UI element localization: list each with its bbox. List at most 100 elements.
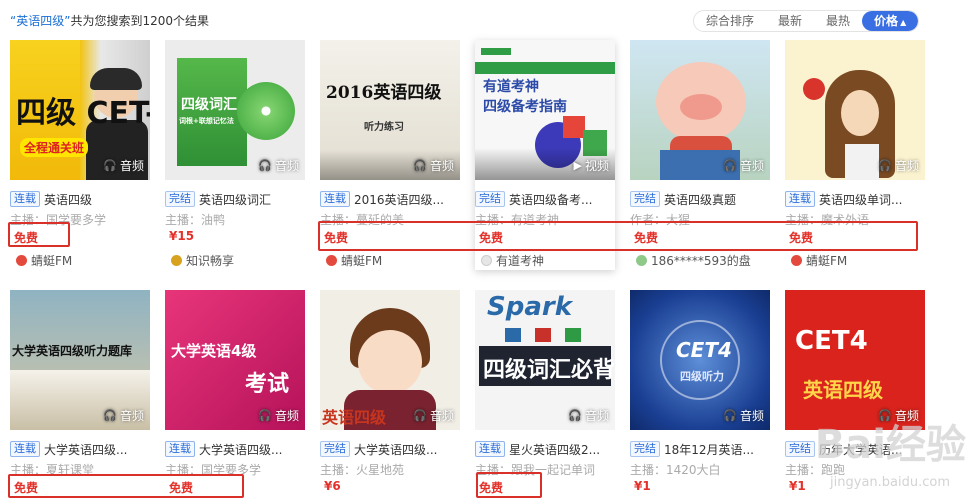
card-cover[interactable]: 2016英语四级 听力练习 🎧 音频 [320, 40, 460, 180]
headphones-icon: 🎧 [568, 409, 582, 422]
card-source[interactable]: 蜻蜓FM [326, 252, 382, 269]
card-cover[interactable]: 四级 CET-4 大学英语 全程通关班 🎧音频 [10, 40, 150, 180]
card-title-row: 连载 大学英语四级... [165, 440, 305, 458]
card-host: 主播：国学要多学 [10, 213, 107, 227]
cover-title: 大学英语四级听力题库 [12, 344, 133, 358]
card-price: 免费 [634, 231, 659, 245]
cover-title: 2016英语四级 [326, 83, 442, 103]
result-card[interactable]: 🎧 音频 完结 英语四级真题 作者：大猩 免费 186*****593的盘 [630, 40, 770, 270]
search-keyword[interactable]: “英语四级” [10, 14, 70, 28]
card-cover[interactable]: 🎧 音频 [630, 40, 770, 180]
result-card[interactable]: 四级词汇 词根+联想记忆法 🎧 音频 完结 英语四级词汇 主播：油鸭 ¥15 知识… [165, 40, 305, 270]
result-card[interactable]: 英语四级 🎧 音频 完结 大学英语四级... 主播：火星地苑 ¥6 [320, 290, 460, 500]
card-title-row: 完结 英语四级词汇 [165, 190, 305, 208]
status-badge: 连载 [475, 441, 505, 457]
card-price: ¥1 [789, 479, 806, 493]
result-card[interactable]: Spark 四级词汇必背 🎧 音频 连载 星火英语四级2... 主播：跟我一起记单… [475, 290, 615, 500]
media-tag: 🎧 音频 [103, 409, 144, 423]
card-source[interactable]: 蜻蜓FM [791, 252, 847, 269]
card-title[interactable]: 大学英语四级... [44, 441, 127, 458]
status-badge: 完结 [630, 441, 660, 457]
card-title-row: 完结 英语四级备考... [475, 190, 615, 208]
sort-comprehensive-button[interactable]: 综合排序 [694, 11, 766, 31]
media-tag: 🎧 音频 [723, 409, 764, 423]
card-price: 免费 [14, 481, 39, 495]
result-card[interactable]: CET4 四级听力 🎧 音频 完结 18年12月英语... 主播：1420大白 ¥… [630, 290, 770, 500]
result-card[interactable]: 🎧 音频 连载 英语四级单词... 主播：魔术外语 免费 蜻蜓FM [785, 40, 925, 270]
card-title[interactable]: 英语四级 [44, 191, 92, 208]
card-source[interactable]: 知识畅享 [171, 252, 234, 269]
card-title[interactable]: 大学英语四级... [199, 441, 282, 458]
qingting-icon [326, 255, 337, 266]
card-source[interactable]: 蜻蜓FM [16, 252, 72, 269]
card-title[interactable]: 英语四级真题 [664, 191, 736, 208]
user-avatar-icon [636, 255, 647, 266]
card-title-row: 连载 2016英语四级... [320, 190, 460, 208]
search-result-summary: “英语四级”共为您搜索到1200个结果 [10, 12, 209, 29]
status-badge: 完结 [785, 441, 815, 457]
card-title[interactable]: 英语四级词汇 [199, 191, 271, 208]
card-title[interactable]: 大学英语四级... [354, 441, 437, 458]
cover-title: 四级词汇 [181, 97, 237, 113]
status-badge: 完结 [320, 441, 350, 457]
card-price: 免费 [479, 231, 504, 245]
headphones-icon: 🎧 [723, 159, 737, 172]
headphones-icon: 🎧 [258, 409, 272, 422]
card-cover[interactable]: 有道考神 四级备考指南 ▶ 视频 [475, 40, 615, 180]
card-cover[interactable]: Spark 四级词汇必背 🎧 音频 [475, 290, 615, 430]
watermark-url: jingyan.baidu.com [830, 475, 950, 490]
cover-title: 大学英语4级 [171, 342, 257, 360]
status-badge: 连载 [320, 191, 350, 207]
card-title-row: 连载 星火英语四级2... [475, 440, 615, 458]
result-card[interactable]: 四级 CET-4 大学英语 全程通关班 🎧音频 连载 英语四级 主播：国学要多学… [10, 40, 150, 270]
result-card[interactable]: 2016英语四级 听力练习 🎧 音频 连载 2016英语四级... 主播：蔓延的美… [320, 40, 460, 270]
sort-price-button[interactable]: 价格 ▲ [862, 11, 919, 31]
status-badge: 连载 [785, 191, 815, 207]
media-tag: 🎧 音频 [258, 159, 299, 173]
card-cover[interactable]: 大学英语四级听力题库 🎧 音频 [10, 290, 150, 430]
zhishi-icon [171, 255, 182, 266]
card-source[interactable]: 有道考神 [481, 252, 544, 269]
card-cover[interactable]: 四级词汇 词根+联想记忆法 🎧 音频 [165, 40, 305, 180]
card-title-row: 连载 大学英语四级... [10, 440, 150, 458]
cover-title: CET4 [676, 338, 732, 362]
media-tag: ▶ 视频 [573, 159, 609, 173]
card-host: 主播：跟我一起记单词 [475, 463, 596, 477]
card-price: ¥1 [634, 479, 651, 493]
card-price: 免费 [324, 231, 349, 245]
card-title[interactable]: 英语四级单词... [819, 191, 902, 208]
card-price: ¥15 [169, 229, 195, 243]
media-tag: 🎧 音频 [723, 159, 764, 173]
card-title[interactable]: 星火英语四级2... [509, 441, 600, 458]
card-source[interactable]: 186*****593的盘 [636, 252, 751, 269]
card-title[interactable]: 2016英语四级... [354, 191, 444, 208]
qingting-icon [16, 255, 27, 266]
media-tag: 🎧 音频 [258, 409, 299, 423]
media-tag: 🎧 音频 [878, 159, 919, 173]
result-card[interactable]: 有道考神 四级备考指南 ▶ 视频 完结 英语四级备考... 主播：有道考神 免费 … [475, 40, 615, 270]
result-card[interactable]: 大学英语4级 考试 🎧 音频 连载 大学英语四级... 主播：国学要多学 免费 [165, 290, 305, 500]
result-card[interactable]: 大学英语四级听力题库 🎧 音频 连载 大学英语四级... 主播：夏轩课堂 免费 [10, 290, 150, 500]
status-badge: 完结 [165, 191, 195, 207]
sort-hottest-button[interactable]: 最热 [814, 11, 862, 31]
card-title[interactable]: 英语四级备考... [509, 191, 592, 208]
card-cover[interactable]: 英语四级 🎧 音频 [320, 290, 460, 430]
status-badge: 完结 [475, 191, 505, 207]
card-host: 主播：有道考神 [475, 213, 560, 227]
card-cover[interactable]: CET4 四级听力 🎧 音频 [630, 290, 770, 430]
sort-newest-button[interactable]: 最新 [766, 11, 814, 31]
card-cover[interactable]: CET4 英语四级 🎧 音频 [785, 290, 925, 430]
cover-title: 有道考神 [483, 79, 539, 95]
card-title[interactable]: 18年12月英语... [664, 441, 754, 458]
card-price: ¥6 [324, 479, 341, 493]
card-cover[interactable]: 大学英语4级 考试 🎧 音频 [165, 290, 305, 430]
card-cover[interactable]: 🎧 音频 [785, 40, 925, 180]
headphones-icon: 🎧 [878, 159, 892, 172]
card-price: 免费 [169, 481, 194, 495]
headphones-icon: 🎧 [258, 159, 272, 172]
status-badge: 连载 [10, 441, 40, 457]
play-icon: ▶ [573, 159, 582, 172]
card-title-row: 完结 18年12月英语... [630, 440, 770, 458]
cover-title: 四级 CET-4 大学英语 [16, 96, 150, 131]
card-host: 主播：魔术外语 [785, 213, 870, 227]
